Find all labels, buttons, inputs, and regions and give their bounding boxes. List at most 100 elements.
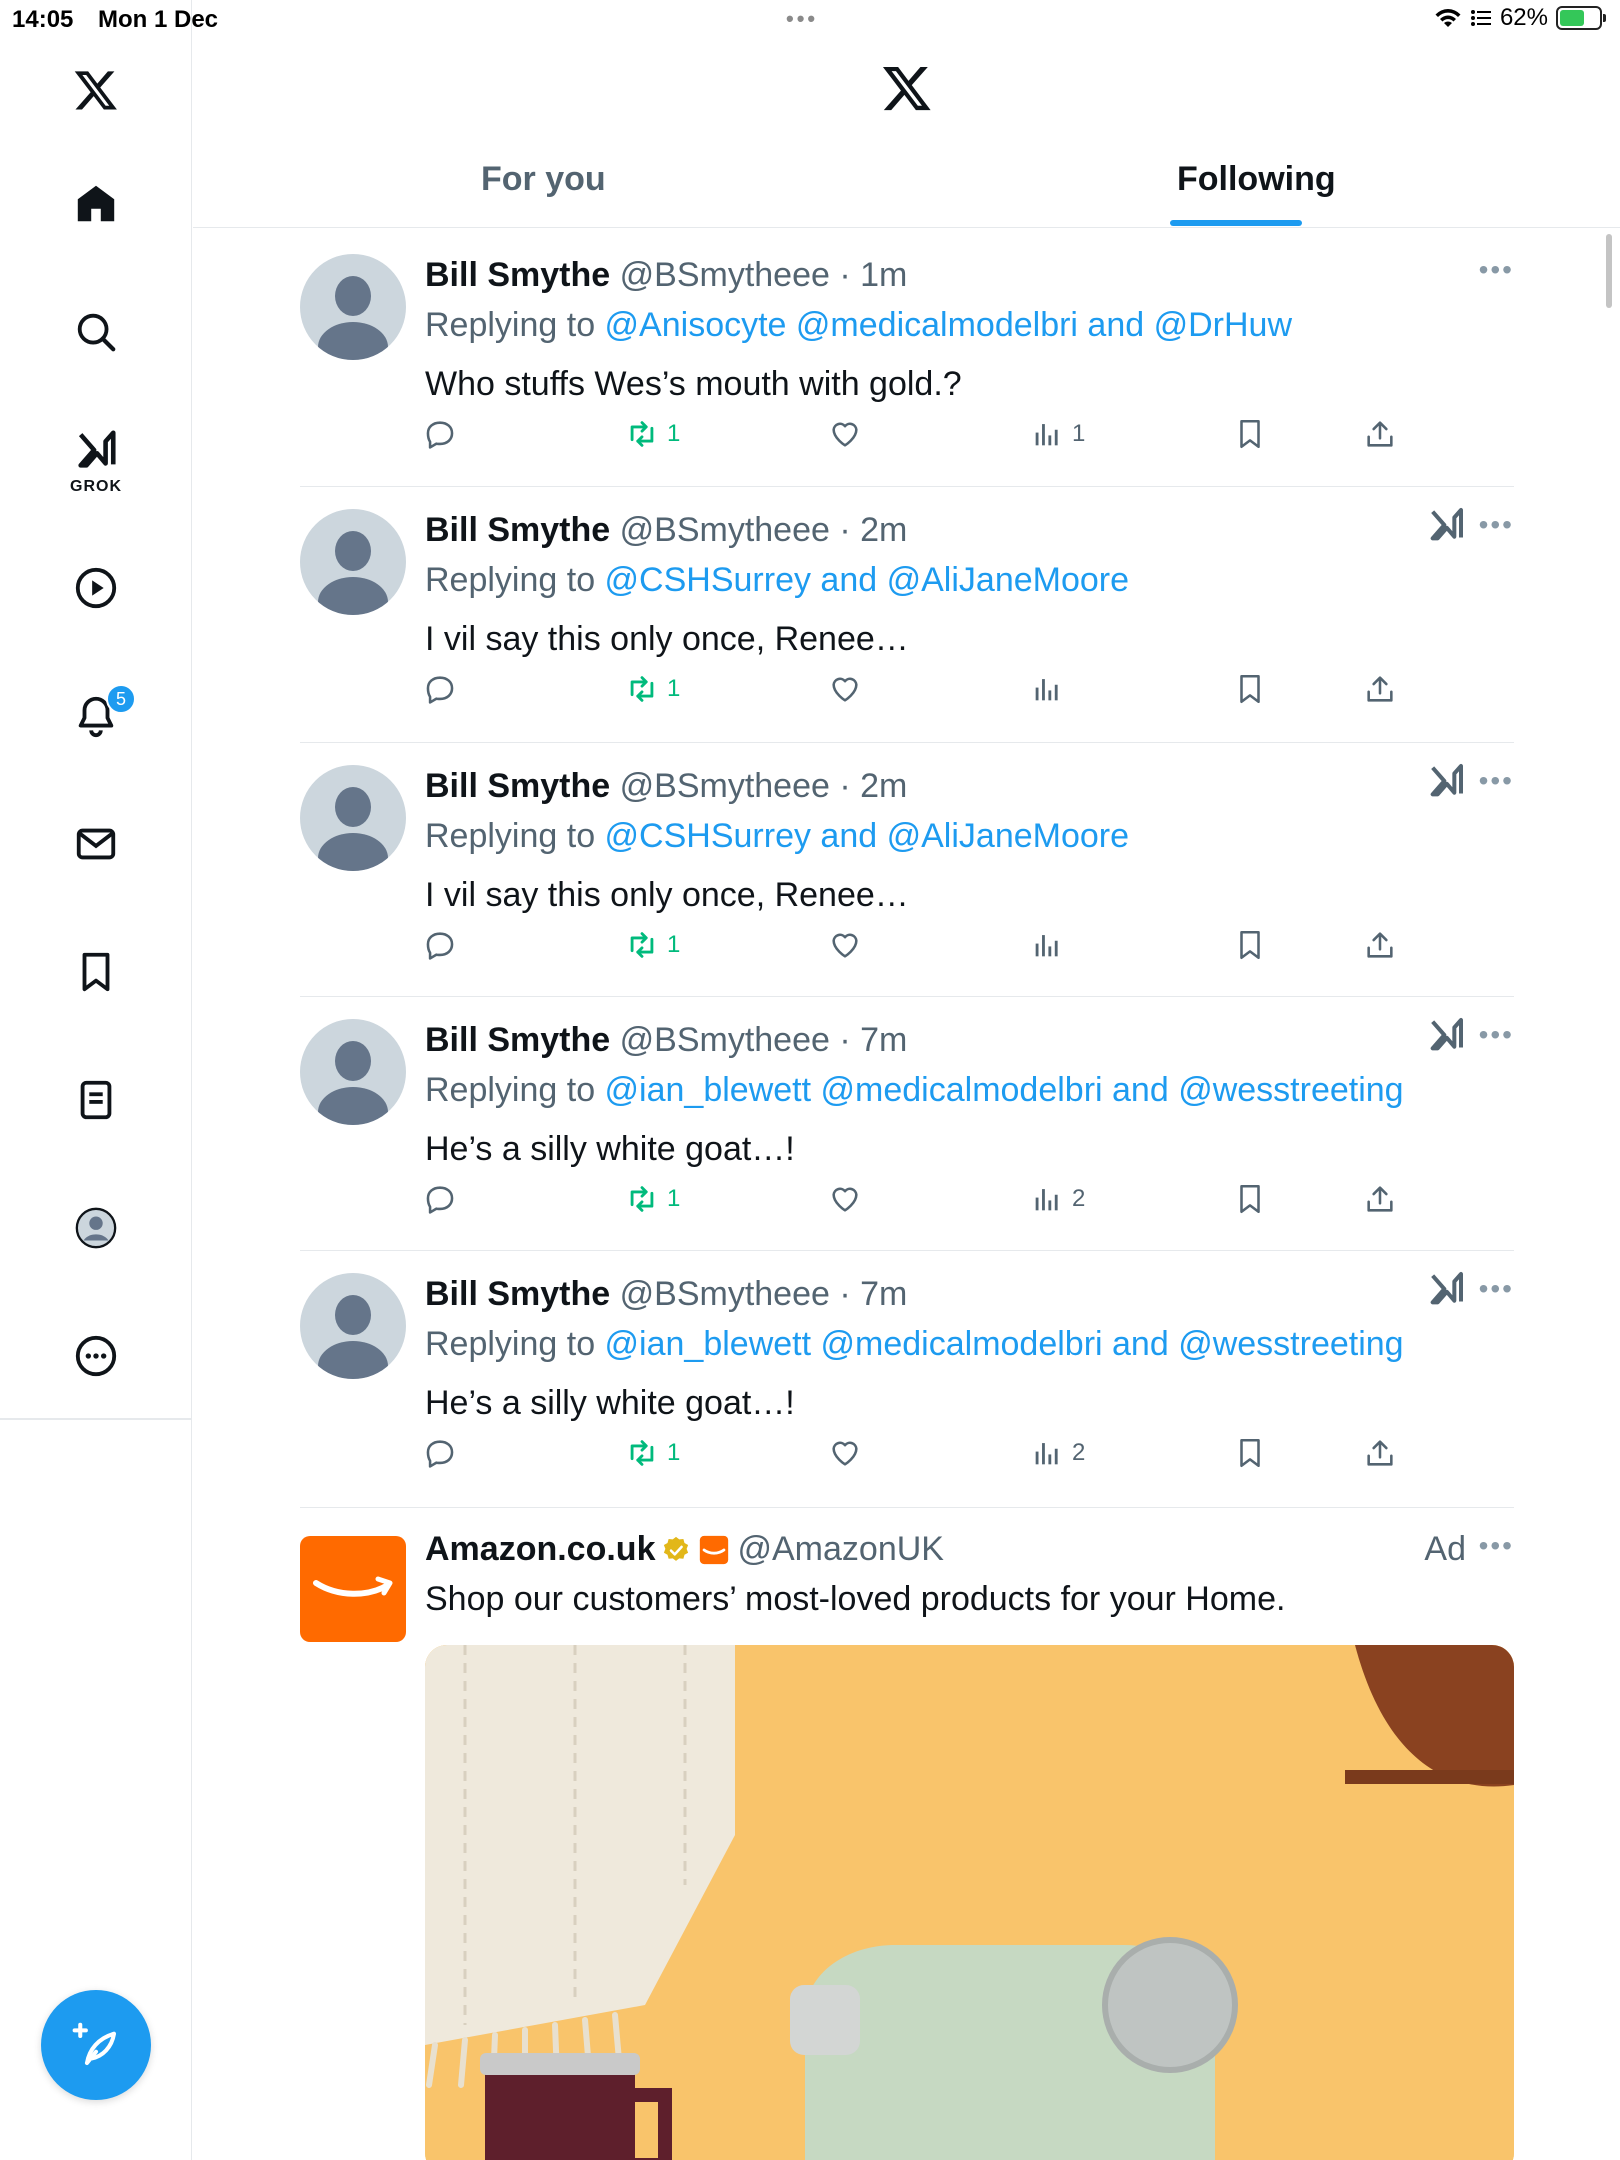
author-name[interactable]: Bill Smythe bbox=[425, 1021, 610, 1059]
views-button[interactable]: 2 bbox=[1030, 1182, 1085, 1216]
views-button[interactable] bbox=[1030, 672, 1072, 706]
tweet[interactable]: Bill Smythe @BSmytheee · 2m Replying to … bbox=[300, 743, 1514, 997]
tweet[interactable]: Bill Smythe @BSmytheee · 2m Replying to … bbox=[300, 487, 1514, 743]
share-icon bbox=[1367, 1440, 1393, 1466]
avatar[interactable] bbox=[300, 765, 406, 871]
tab-following[interactable]: Following bbox=[1177, 160, 1336, 228]
tab-for-you[interactable]: For you bbox=[481, 160, 606, 228]
repost-icon bbox=[630, 676, 654, 702]
amazon-logo-avatar[interactable] bbox=[300, 1536, 406, 1642]
ad-author-name[interactable]: Amazon.co.uk bbox=[425, 1530, 655, 1569]
more-options-icon[interactable]: ••• bbox=[1479, 1019, 1514, 1051]
ad-author-handle[interactable]: @AmazonUK bbox=[737, 1530, 943, 1569]
views-icon bbox=[1035, 1189, 1058, 1211]
reply-button[interactable] bbox=[423, 1182, 457, 1216]
author-handle[interactable]: @BSmytheee bbox=[620, 1275, 830, 1313]
bookmarks-icon[interactable] bbox=[66, 942, 126, 1002]
reply-button[interactable] bbox=[423, 1436, 457, 1470]
avatar[interactable] bbox=[300, 1273, 406, 1379]
more-options-icon[interactable]: ••• bbox=[1479, 509, 1514, 541]
repost-button[interactable]: 1 bbox=[625, 1436, 680, 1470]
like-button[interactable] bbox=[828, 1182, 862, 1216]
more-options-icon[interactable]: ••• bbox=[1479, 1273, 1514, 1305]
ad-label: Ad bbox=[1424, 1530, 1466, 1568]
like-button[interactable] bbox=[828, 928, 862, 962]
more-options-icon[interactable]: ••• bbox=[1479, 765, 1514, 797]
profile-icon[interactable] bbox=[66, 1198, 126, 1258]
author-handle[interactable]: @BSmytheee bbox=[620, 256, 830, 294]
repost-button[interactable]: 1 bbox=[625, 417, 680, 451]
scrollbar[interactable] bbox=[1606, 234, 1612, 308]
compose-post-button[interactable] bbox=[41, 1990, 151, 2100]
author-handle[interactable]: @BSmytheee bbox=[620, 767, 830, 805]
like-button[interactable] bbox=[828, 672, 862, 706]
ad-media-image[interactable] bbox=[425, 1645, 1514, 2160]
tweet-time: · 7m bbox=[839, 1021, 908, 1059]
repost-button[interactable]: 1 bbox=[625, 1182, 680, 1216]
tweet-time: · 1m bbox=[839, 256, 908, 294]
author-name[interactable]: Bill Smythe bbox=[425, 511, 610, 549]
bookmark-button[interactable] bbox=[1233, 928, 1267, 962]
video-icon[interactable] bbox=[66, 558, 126, 618]
grok-explain-icon[interactable] bbox=[1426, 761, 1466, 801]
more-options-icon[interactable]: ••• bbox=[1479, 254, 1514, 286]
like-button[interactable] bbox=[828, 417, 862, 451]
grok-explain-icon[interactable] bbox=[1426, 1269, 1466, 1309]
tweet-header: Bill Smythe @BSmytheee · 7m bbox=[425, 1021, 907, 1060]
avatar[interactable] bbox=[300, 254, 406, 360]
views-button[interactable] bbox=[1030, 928, 1072, 962]
heart-icon bbox=[832, 422, 858, 447]
reply-icon bbox=[426, 676, 454, 704]
share-button[interactable] bbox=[1363, 1182, 1397, 1216]
share-button[interactable] bbox=[1363, 672, 1397, 706]
promoted-post[interactable]: Amazon.co.uk @AmazonUK Ad ••• Shop our c… bbox=[300, 1508, 1514, 2160]
author-name[interactable]: Bill Smythe bbox=[425, 256, 610, 294]
ad-more-options-icon[interactable]: ••• bbox=[1479, 1530, 1514, 1562]
avatar[interactable] bbox=[300, 1019, 406, 1125]
replying-to: Replying to @ian_blewett @medicalmodelbr… bbox=[425, 1325, 1404, 1364]
bookmark-button[interactable] bbox=[1233, 1436, 1267, 1470]
bookmark-button[interactable] bbox=[1233, 417, 1267, 451]
reply-mentions[interactable]: @CSHSurrey and @AliJaneMoore bbox=[605, 561, 1129, 599]
lists-icon[interactable] bbox=[66, 1070, 126, 1130]
reply-mentions[interactable]: @ian_blewett @medicalmodelbri and @wesst… bbox=[605, 1071, 1404, 1109]
reply-button[interactable] bbox=[423, 672, 457, 706]
tweet[interactable]: Bill Smythe @BSmytheee · 7m Replying to … bbox=[300, 997, 1514, 1251]
bookmark-button[interactable] bbox=[1233, 672, 1267, 706]
home-icon[interactable] bbox=[66, 174, 126, 234]
heart-icon bbox=[832, 677, 858, 702]
repost-button[interactable]: 1 bbox=[625, 928, 680, 962]
more-icon[interactable] bbox=[66, 1326, 126, 1386]
reply-mentions[interactable]: @CSHSurrey and @AliJaneMoore bbox=[605, 817, 1129, 855]
views-button[interactable]: 2 bbox=[1030, 1436, 1085, 1470]
author-handle[interactable]: @BSmytheee bbox=[620, 1021, 830, 1059]
tweet-actions: 1 2 bbox=[425, 1436, 1425, 1486]
tweet-header: Bill Smythe @BSmytheee · 2m bbox=[425, 767, 907, 806]
views-button[interactable]: 1 bbox=[1030, 417, 1085, 451]
reply-mentions[interactable]: @ian_blewett @medicalmodelbri and @wesst… bbox=[605, 1325, 1404, 1363]
avatar[interactable] bbox=[300, 509, 406, 615]
author-name[interactable]: Bill Smythe bbox=[425, 767, 610, 805]
tweet[interactable]: Bill Smythe @BSmytheee · 1m Replying to … bbox=[300, 232, 1514, 487]
like-button[interactable] bbox=[828, 1436, 862, 1470]
repost-button[interactable]: 1 bbox=[625, 672, 680, 706]
bookmark-icon bbox=[1240, 1184, 1260, 1214]
share-button[interactable] bbox=[1363, 417, 1397, 451]
author-handle[interactable]: @BSmytheee bbox=[620, 511, 830, 549]
share-button[interactable] bbox=[1363, 1436, 1397, 1470]
search-icon[interactable] bbox=[66, 302, 126, 362]
reply-button[interactable] bbox=[423, 928, 457, 962]
tweet[interactable]: Bill Smythe @BSmytheee · 7m Replying to … bbox=[300, 1251, 1514, 1508]
grok-icon[interactable] bbox=[66, 420, 126, 480]
author-name[interactable]: Bill Smythe bbox=[425, 1275, 610, 1313]
grok-explain-icon[interactable] bbox=[1426, 1015, 1466, 1055]
share-button[interactable] bbox=[1363, 928, 1397, 962]
reply-button[interactable] bbox=[423, 417, 457, 451]
reply-mentions[interactable]: @Anisocyte @medicalmodelbri and @DrHuw bbox=[605, 306, 1292, 344]
bookmark-button[interactable] bbox=[1233, 1182, 1267, 1216]
x-header-logo-icon[interactable] bbox=[881, 62, 933, 119]
repost-count: 1 bbox=[667, 1185, 681, 1212]
messages-icon[interactable] bbox=[66, 814, 126, 874]
grok-explain-icon[interactable] bbox=[1426, 505, 1466, 545]
x-logo-icon[interactable] bbox=[66, 60, 126, 120]
